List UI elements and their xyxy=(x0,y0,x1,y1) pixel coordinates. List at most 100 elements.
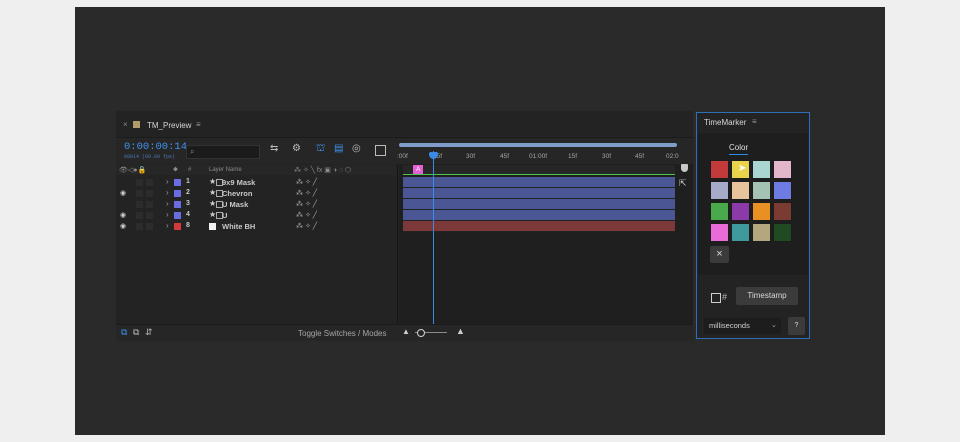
frame-blending-icon[interactable]: ▤ xyxy=(334,143,343,154)
layer-name[interactable]: Chevron xyxy=(222,189,252,198)
layer-name[interactable]: U xyxy=(222,211,227,220)
units-selected-value: milliseconds xyxy=(709,321,750,330)
layer-label-color[interactable] xyxy=(174,179,181,186)
timemarker-title[interactable]: TimeMarker xyxy=(704,118,746,127)
layer-index: 2 xyxy=(186,189,190,196)
layer-duration-bar[interactable] xyxy=(403,177,675,188)
search-icon: ⌕ xyxy=(190,147,195,156)
modes-pane-icon[interactable]: ⧉ xyxy=(133,327,139,338)
layer-switches[interactable]: ⁂ ✧ ╱ xyxy=(296,222,317,230)
layer-label-color[interactable] xyxy=(174,212,181,219)
expand-layer-icon[interactable]: › xyxy=(166,188,169,197)
layer-row[interactable]: ◉ › 2 ★ Chevron ⁂ ✧ ╱ xyxy=(116,188,397,199)
layer-row[interactable]: › 1 ★ 9x9 Mask ⁂ ✧ ╱ xyxy=(116,177,397,188)
composition-mini-flowchart-icon[interactable]: ⇆ xyxy=(270,143,278,154)
layer-name[interactable]: 9x9 Mask xyxy=(222,178,255,187)
audio-switch xyxy=(136,190,143,197)
color-swatch-dark-green[interactable] xyxy=(773,223,792,242)
ruler-label: 01:00f xyxy=(529,153,548,160)
layer-name[interactable]: U Mask xyxy=(222,200,248,209)
motion-blur-icon[interactable]: ◎ xyxy=(352,143,361,154)
playhead-line[interactable] xyxy=(433,151,434,324)
comp-tab-name[interactable]: TM_Preview xyxy=(147,121,191,130)
draft-3d-icon[interactable]: ⚙ xyxy=(292,143,301,154)
layer-row[interactable]: ◉ › 4 ★ U ⁂ ✧ ╱ xyxy=(116,210,397,221)
visibility-eye-icon[interactable]: ◉ xyxy=(120,189,126,197)
marker-baseline xyxy=(403,174,675,175)
layer-switches-pane-icon[interactable]: ⧉ xyxy=(121,327,127,338)
layer-switches[interactable]: ⁂ ✧ ╱ xyxy=(296,189,317,197)
color-swatch-cyan[interactable] xyxy=(731,223,750,242)
timemarker-flag[interactable]: A xyxy=(413,165,424,174)
work-area-bar[interactable] xyxy=(399,143,677,147)
color-swatch-blue[interactable] xyxy=(773,181,792,200)
layer-switches[interactable]: ⁂ ✧ ╱ xyxy=(296,211,317,219)
color-swatch-lavender[interactable] xyxy=(710,181,729,200)
panel-menu-icon[interactable]: ≡ xyxy=(752,117,757,126)
ruler-label: 02:0 xyxy=(666,153,679,160)
layer-row[interactable]: ◉ › 8 White BH ⁂ ✧ ╱ xyxy=(116,221,397,232)
toggle-switches-modes-button[interactable]: Toggle Switches / Modes xyxy=(298,329,387,338)
index-column-header: # xyxy=(188,167,192,173)
expand-layer-icon[interactable]: › xyxy=(166,177,169,186)
color-swatch-green[interactable] xyxy=(710,202,729,221)
color-swatch-pink[interactable] xyxy=(773,160,792,179)
timecode-display[interactable]: 0:00:00:14 xyxy=(124,141,187,153)
layer-duration-bar[interactable] xyxy=(403,210,675,221)
color-swatch-fuchsia[interactable] xyxy=(710,223,729,242)
layer-index: 3 xyxy=(186,200,190,207)
zoom-in-icon[interactable]: ▲ xyxy=(456,326,465,336)
ruler-label: 45f xyxy=(635,153,645,160)
expand-layer-icon[interactable]: › xyxy=(166,199,169,208)
comp-button-icon[interactable]: ⇱ xyxy=(679,178,687,189)
layer-row[interactable]: › 3 ★ U Mask ⁂ ✧ ╱ xyxy=(116,199,397,210)
expand-layer-icon[interactable]: › xyxy=(166,221,169,230)
timeline-bottom-bar: ⧉ ⧉ ⇵ Toggle Switches / Modes ▲ ▲ xyxy=(116,324,693,341)
visibility-eye-icon[interactable]: ◉ xyxy=(120,211,126,219)
layer-label-color[interactable] xyxy=(174,201,181,208)
layer-search-input[interactable]: ⌕ xyxy=(186,145,260,159)
timeline-end-handle[interactable] xyxy=(681,164,688,172)
expand-layer-icon[interactable]: › xyxy=(166,210,169,219)
label-header-icon: ⬥ xyxy=(173,166,178,173)
layer-label-color[interactable] xyxy=(174,190,181,197)
layer-name-column-header[interactable]: Layer Name xyxy=(209,167,242,173)
color-swatch-peach[interactable] xyxy=(731,181,750,200)
color-swatch-orange[interactable] xyxy=(752,202,771,221)
color-swatch-aqua[interactable] xyxy=(752,160,771,179)
layer-switches[interactable]: ⁂ ✧ ╱ xyxy=(296,178,317,186)
audio-switch xyxy=(136,179,143,186)
zoom-slider-thumb[interactable] xyxy=(417,329,425,337)
color-tab[interactable]: Color xyxy=(729,143,748,152)
color-swatch-red[interactable] xyxy=(710,160,729,179)
ruler-label: 30f xyxy=(466,153,476,160)
ruler-label: 15f xyxy=(568,153,578,160)
units-select[interactable]: milliseconds ⌄ xyxy=(704,318,781,334)
layer-name[interactable]: White BH xyxy=(222,222,255,231)
layer-switches[interactable]: ⁂ ✧ ╱ xyxy=(296,200,317,208)
color-swatch-sea-foam[interactable] xyxy=(752,181,771,200)
timestamp-button[interactable]: Timestamp xyxy=(736,287,798,305)
tab-menu-icon[interactable]: ≡ xyxy=(196,120,201,129)
zoom-out-icon[interactable]: ▲ xyxy=(402,327,410,336)
layer-duration-bar[interactable] xyxy=(403,199,675,210)
layer-index: 1 xyxy=(186,178,190,185)
marker-track: A xyxy=(403,165,675,175)
layer-index: 8 xyxy=(186,222,190,229)
solo-switch xyxy=(146,212,153,219)
visibility-eye-icon[interactable]: ◉ xyxy=(120,222,126,230)
shy-layers-icon[interactable]: ⛫ xyxy=(316,143,325,156)
clear-color-button[interactable]: × xyxy=(710,246,729,263)
help-button[interactable]: ? xyxy=(788,317,805,335)
color-swatch-sandstone[interactable] xyxy=(752,223,771,242)
layer-label-color[interactable] xyxy=(174,223,181,230)
color-swatch-purple[interactable] xyxy=(731,202,750,221)
in-out-pane-icon[interactable]: ⇵ xyxy=(145,327,153,338)
close-tab-icon[interactable]: × xyxy=(123,120,128,129)
graph-editor-icon[interactable] xyxy=(375,145,386,156)
layer-duration-bar[interactable] xyxy=(403,221,675,232)
timestamp-checkbox[interactable] xyxy=(711,293,721,303)
layer-column-header: 👁◁●🔒 ⬥ # Layer Name ⁂ ✧ ╲ fx ▣ ◑ ◌ ⬡ xyxy=(116,165,397,175)
layer-duration-bar[interactable] xyxy=(403,188,675,199)
color-swatch-brown[interactable] xyxy=(773,202,792,221)
